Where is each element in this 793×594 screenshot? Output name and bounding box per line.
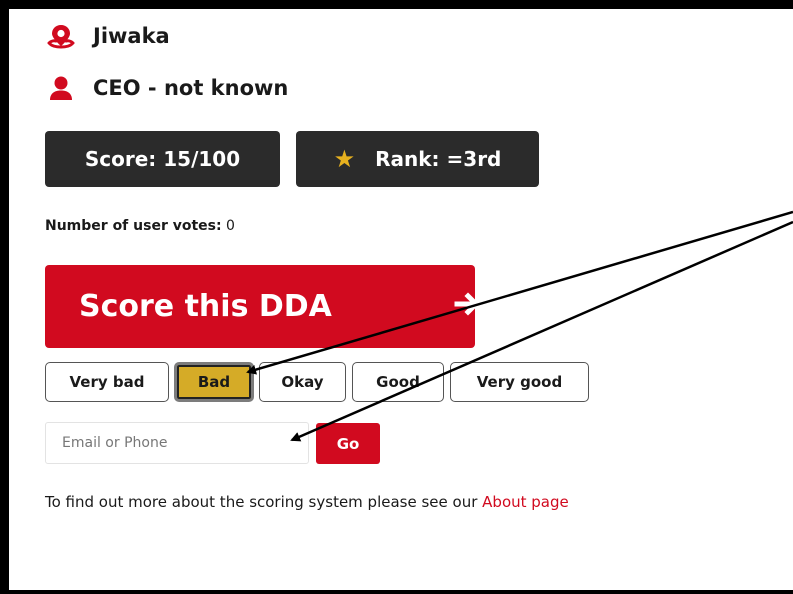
ceo-label: CEO - not known (93, 76, 289, 100)
score-text: Score: 15/100 (84, 147, 241, 171)
rating-label: Okay (281, 373, 324, 391)
location-row: Jiwaka (45, 23, 170, 49)
about-sentence: To find out more about the scoring syste… (45, 493, 478, 511)
rank-text: Rank: =3rd (375, 147, 502, 171)
rating-good-button[interactable]: Good (352, 362, 444, 402)
go-label: Go (336, 434, 360, 453)
ceo-row: CEO - not known (45, 75, 288, 101)
rating-label: Good (376, 373, 420, 391)
rating-very-good-button[interactable]: Very good (450, 362, 589, 402)
arrow-right-icon (454, 292, 480, 316)
email-or-phone-input[interactable] (45, 422, 309, 464)
rank-badge: ★ Rank: =3rd (296, 131, 539, 187)
score-badge: Score: 15/100 (45, 131, 280, 187)
score-button-label: Score this DDA (79, 289, 332, 324)
rating-very-bad-button[interactable]: Very bad (45, 362, 169, 402)
votes-value: 0 (226, 218, 235, 234)
about-page-link[interactable]: About page (482, 493, 569, 511)
location-name: Jiwaka (93, 24, 170, 48)
score-this-dda-button[interactable]: Score this DDA (45, 265, 480, 348)
rating-label: Bad (197, 373, 231, 391)
user-votes: Number of user votes: 0 (45, 218, 235, 234)
star-icon: ★ (333, 145, 356, 173)
rating-okay-button[interactable]: Okay (259, 362, 346, 402)
votes-label: Number of user votes: (45, 218, 222, 234)
rating-label: Very good (476, 373, 563, 391)
map-pin-icon (45, 23, 77, 49)
go-button[interactable]: Go (316, 423, 380, 464)
rating-bad-button[interactable]: Bad (174, 362, 254, 402)
about-text: To find out more about the scoring syste… (45, 493, 569, 511)
rating-label: Very bad (69, 373, 145, 391)
user-icon (45, 75, 77, 101)
